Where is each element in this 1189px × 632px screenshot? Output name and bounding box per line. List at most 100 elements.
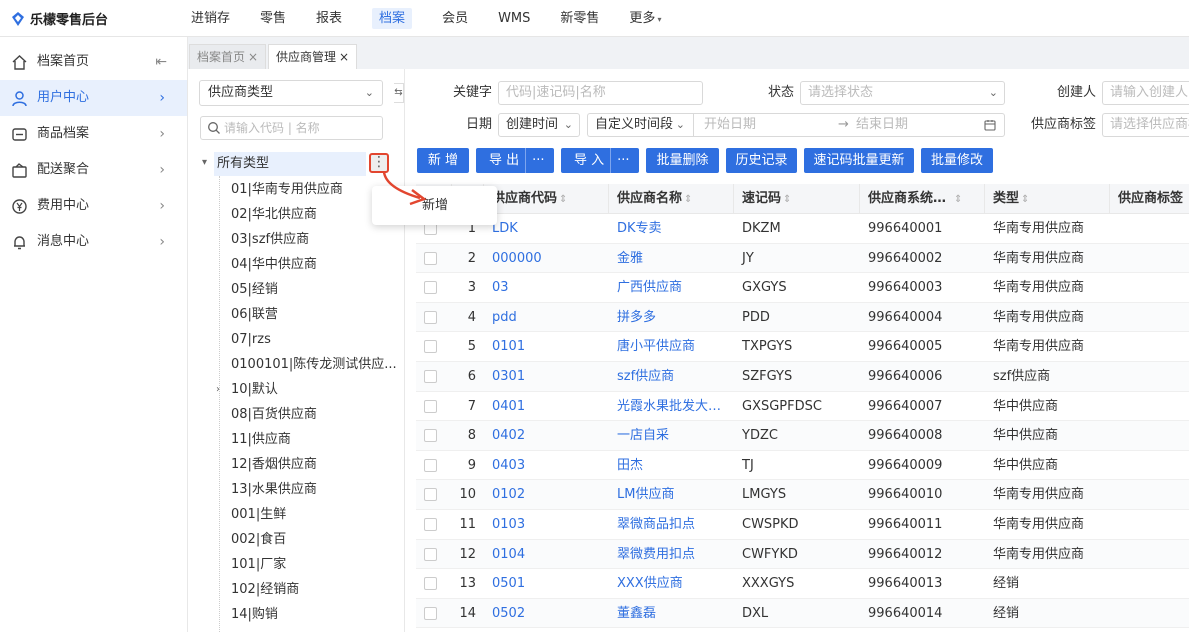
nav-item-new-retail[interactable]: 新零售 xyxy=(547,0,612,37)
sort-icon[interactable]: ⇕ xyxy=(1021,194,1029,205)
nav-item-retail[interactable]: 零售 xyxy=(247,0,299,37)
tree-node[interactable]: 102|经销商 xyxy=(188,577,404,602)
cell-supplier-name[interactable]: LM供应商 xyxy=(609,480,734,509)
row-checkbox[interactable] xyxy=(424,251,437,265)
sidebar-item-expense[interactable]: 费用中心 › xyxy=(0,188,187,224)
tree-node[interactable]: 04|华中供应商 xyxy=(188,252,404,277)
cell-supplier-name[interactable]: 拼多多 xyxy=(609,303,734,332)
cell-supplier-name[interactable]: 田杰 xyxy=(609,451,734,480)
cell-supplier-code[interactable]: 000000 xyxy=(484,244,609,273)
nav-item-members[interactable]: 会员 xyxy=(429,0,481,37)
supplier-type-select[interactable]: 供应商类型 ⌄ xyxy=(199,80,383,106)
table-row[interactable]: 6 0301 szf供应商 SZFGYS 996640006 szf供应商 xyxy=(416,362,1189,392)
table-row[interactable]: 10 0102 LM供应商 LMGYS 996640010 华南专用供应商 xyxy=(416,480,1189,510)
tab-archive-home[interactable]: 档案首页 × xyxy=(189,44,267,69)
sort-icon[interactable]: ⇕ xyxy=(559,194,567,205)
cell-supplier-code[interactable]: 0401 xyxy=(484,392,609,421)
import-button[interactable]: 导 入 xyxy=(574,153,604,168)
sort-icon[interactable]: ⇕ xyxy=(954,194,962,205)
end-date-input[interactable]: 结束日期 xyxy=(856,114,908,136)
nav-item-inventory[interactable]: 进销存 xyxy=(178,0,243,37)
row-checkbox[interactable] xyxy=(424,458,437,472)
cell-supplier-code[interactable]: 0502 xyxy=(484,599,609,628)
cell-supplier-code[interactable]: 0403 xyxy=(484,451,609,480)
cell-supplier-code[interactable]: pdd xyxy=(484,303,609,332)
nav-item-reports[interactable]: 报表 xyxy=(303,0,355,37)
collapse-sidebar-icon[interactable]: ⇤ xyxy=(155,44,167,80)
row-checkbox[interactable] xyxy=(424,606,437,620)
row-checkbox[interactable] xyxy=(424,399,437,413)
batch-update-code-button[interactable]: 速记码批量更新 xyxy=(804,148,914,173)
tree-node[interactable]: 07|rzs xyxy=(188,327,404,352)
tree-node[interactable]: 101|厂家 xyxy=(188,552,404,577)
header-supplier-system-code[interactable]: 供应商系统… ⇕ xyxy=(860,184,985,214)
date-range-type-select[interactable]: 自定义时间段 ⌄ xyxy=(587,113,693,137)
batch-edit-button[interactable]: 批量修改 xyxy=(921,148,993,173)
tree-node[interactable]: 11|供应商 xyxy=(188,427,404,452)
sidebar-item-delivery[interactable]: 配送聚合 › xyxy=(0,152,187,188)
table-row[interactable]: 11 0103 翠微商品扣点 CWSPKD 996640011 华南专用供应商 xyxy=(416,510,1189,540)
sort-icon[interactable]: ⇕ xyxy=(783,194,791,205)
sidebar-item-archive-home[interactable]: 档案首页 ⇤ xyxy=(0,44,187,80)
tree-node[interactable]: 12|香烟供应商 xyxy=(188,452,404,477)
export-button[interactable]: 导 出 xyxy=(489,153,519,168)
sidebar-item-user-center[interactable]: 用户中心 › xyxy=(0,80,187,116)
table-row[interactable]: 7 0401 光霞水果批发大… GXSGPFDSC 996640007 华中供应商 xyxy=(416,391,1189,422)
sidebar-item-messages[interactable]: 消息中心 › xyxy=(0,224,187,260)
table-row[interactable]: 8 0402 一店自采 YDZC 996640008 华中供应商 xyxy=(416,421,1189,451)
cell-supplier-code[interactable]: 0104 xyxy=(484,540,609,569)
app-logo[interactable]: 乐檬零售后台 xyxy=(10,9,108,28)
tree-node[interactable]: 14|购销 xyxy=(188,602,404,627)
cell-supplier-name[interactable]: szf供应商 xyxy=(609,362,734,391)
table-row[interactable]: 5 0101 唐小平供应商 TXPGYS 996640005 华南专用供应商 xyxy=(416,332,1189,362)
pane-collapse-handle[interactable]: ⇆ xyxy=(394,83,404,103)
header-supplier-code[interactable]: 供应商代码 ⇕ xyxy=(484,184,609,214)
status-select[interactable]: 请选择状态 ⌄ xyxy=(800,81,1005,105)
close-icon[interactable]: × xyxy=(248,50,258,64)
table-row[interactable]: 3 03 广西供应商 GXGYS 996640003 华南专用供应商 xyxy=(416,273,1189,303)
row-checkbox[interactable] xyxy=(424,429,437,443)
tree-node[interactable]: 08|百货供应商 xyxy=(188,402,404,427)
cell-supplier-code[interactable]: 0103 xyxy=(484,510,609,539)
cell-supplier-name[interactable]: 唐小平供应商 xyxy=(609,332,734,361)
tree-node[interactable]: 06|联营 xyxy=(188,302,404,327)
row-checkbox[interactable] xyxy=(424,488,437,502)
creator-input[interactable]: 请输入创建人 xyxy=(1102,81,1189,105)
date-range-picker[interactable]: 开始日期 → 结束日期 xyxy=(693,113,1005,137)
cell-supplier-name[interactable]: 董鑫磊 xyxy=(609,599,734,628)
nav-item-wms[interactable]: WMS xyxy=(485,0,543,37)
close-icon[interactable]: × xyxy=(339,50,349,64)
cell-supplier-name[interactable]: 光霞水果批发大… xyxy=(609,392,734,421)
import-more-button[interactable]: ··· xyxy=(617,153,629,168)
sidebar-item-goods-archive[interactable]: 商品档案 › xyxy=(0,116,187,152)
tree-node[interactable]: 13|水果供应商 xyxy=(188,477,404,502)
sort-icon[interactable]: ⇕ xyxy=(684,194,692,205)
row-checkbox[interactable] xyxy=(424,310,437,324)
cell-supplier-name[interactable]: 翠微商品扣点 xyxy=(609,510,734,539)
nav-item-archives[interactable]: 档案 xyxy=(359,0,425,37)
tree-node[interactable]: 05|经销 xyxy=(188,277,404,302)
cell-supplier-name[interactable]: XXX供应商 xyxy=(609,569,734,598)
cell-supplier-code[interactable]: 0501 xyxy=(484,569,609,598)
cell-supplier-name[interactable]: 广西供应商 xyxy=(609,273,734,302)
start-date-input[interactable]: 开始日期 xyxy=(704,114,756,136)
cell-supplier-code[interactable]: 0301 xyxy=(484,362,609,391)
cell-supplier-code[interactable]: 03 xyxy=(484,273,609,302)
tree-node[interactable]: 001|生鲜 xyxy=(188,502,404,527)
header-type[interactable]: 类型 ⇕ xyxy=(985,184,1110,214)
nav-item-more[interactable]: 更多 ▾ xyxy=(616,0,674,37)
tree-node[interactable]: › 10|默认 xyxy=(188,377,404,402)
cell-supplier-code[interactable]: 0101 xyxy=(484,332,609,361)
tab-supplier-management[interactable]: 供应商管理 × xyxy=(268,44,358,69)
keyword-input[interactable]: 代码|速记码|名称 xyxy=(498,81,703,105)
batch-delete-button[interactable]: 批量删除 xyxy=(646,148,719,173)
cell-supplier-name[interactable]: 金雅 xyxy=(609,244,734,273)
table-row[interactable]: 14 0502 董鑫磊 DXL 996640014 经销 xyxy=(416,598,1189,629)
caret-right-icon[interactable]: › xyxy=(216,377,220,402)
cell-supplier-code[interactable]: 0102 xyxy=(484,480,609,509)
tree-search-input[interactable] xyxy=(224,119,374,137)
tree-node[interactable]: 002|食百 xyxy=(188,527,404,552)
header-supplier-tag[interactable]: 供应商标签 xyxy=(1110,184,1189,214)
table-row[interactable]: 12 0104 翠微费用扣点 CWFYKD 996640012 华南专用供应商 xyxy=(416,539,1189,570)
row-checkbox[interactable] xyxy=(424,340,437,354)
